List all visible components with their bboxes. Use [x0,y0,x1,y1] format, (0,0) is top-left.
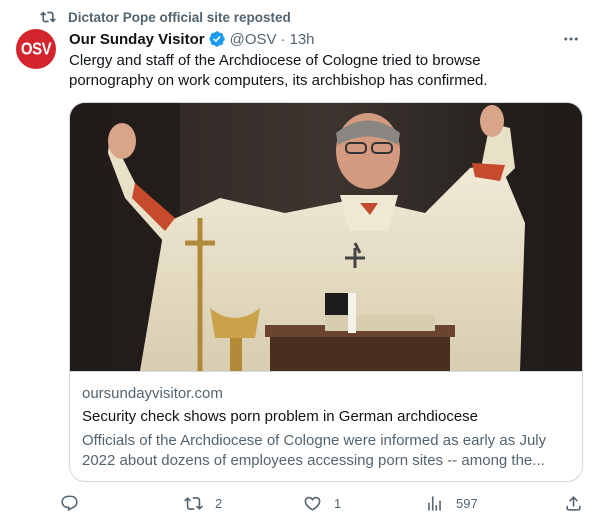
repost-icon [184,496,203,510]
repost-count: 2 [215,495,223,511]
reply-icon [61,495,78,511]
author-name[interactable]: Our Sunday Visitor [69,31,205,48]
card-description: Officials of the Archdiocese of Cologne … [82,432,547,469]
share-button[interactable] [564,490,595,516]
action-bar: 2 1 597 [60,490,598,516]
card-body: oursundayvisitor.com Security check show… [82,384,570,471]
more-options-icon[interactable] [560,30,582,48]
repost-indicator[interactable]: Dictator Pope official site reposted [40,7,291,27]
article-image[interactable] [70,103,582,372]
card-title: Security check shows porn problem in Ger… [82,408,479,425]
like-count: 1 [334,495,342,511]
like-button[interactable]: 1 [303,490,341,516]
heart-icon [304,496,321,511]
author-handle[interactable]: @OSV [230,31,277,48]
card-domain: oursundayvisitor.com [82,385,223,402]
reply-button[interactable] [60,490,91,516]
tweet-text: Clergy and staff of the Archdiocese of C… [69,52,488,89]
verified-badge-icon [208,31,225,47]
views-chart-icon [428,495,441,511]
view-count: 597 [456,495,478,511]
repost-icon [40,11,56,23]
repost-label: Dictator Pope official site reposted [68,9,291,25]
separator-dot: · [280,30,286,48]
tweet-header: Our Sunday Visitor @OSV · 13h [69,28,582,50]
link-card[interactable]: oursundayvisitor.com Security check show… [69,102,583,482]
post-time[interactable]: 13h [290,31,315,48]
views-button[interactable]: 597 [425,490,478,516]
avatar[interactable]: OSV [16,29,56,69]
share-icon [566,495,581,511]
avatar-logo-text: OSV [20,39,52,59]
repost-button[interactable]: 2 [184,490,222,516]
